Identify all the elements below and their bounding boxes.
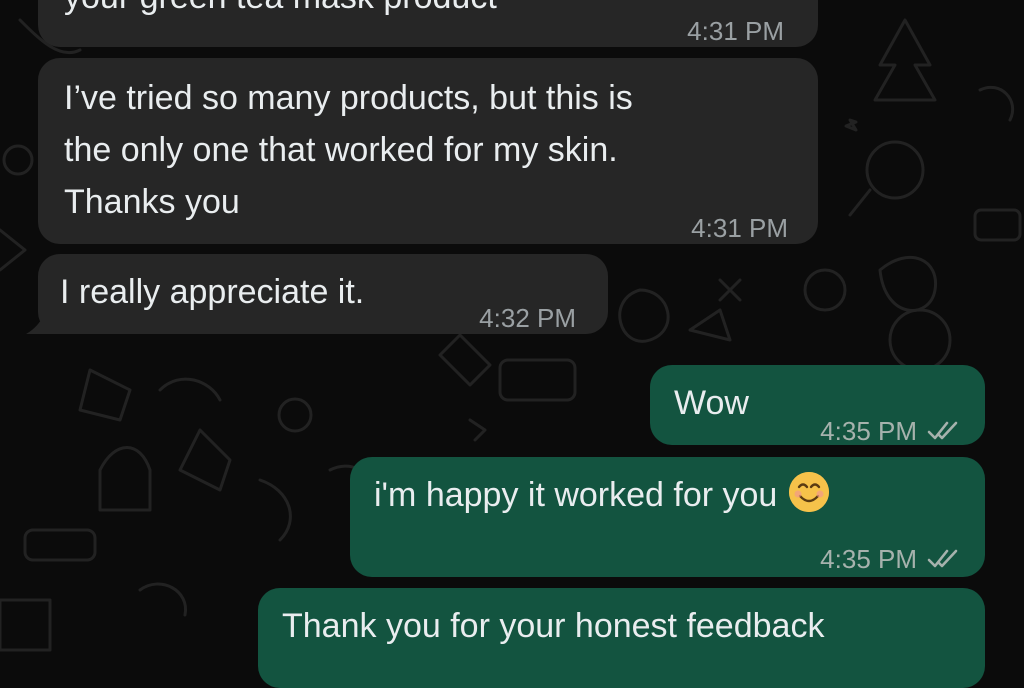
message-text: Wow xyxy=(674,384,749,422)
message-bubble-incoming[interactable]: your green tea mask product 4:31 PM xyxy=(38,0,818,47)
message-timestamp: 4:31 PM xyxy=(691,213,788,243)
smiling-face-icon xyxy=(789,472,830,512)
message-text: your green tea mask product xyxy=(64,0,497,25)
message-text: I really appreciate it. xyxy=(60,273,365,311)
message-bubble-outgoing[interactable]: Thank you for your honest feedback xyxy=(258,588,985,688)
message-text: i'm happy it worked for you xyxy=(374,467,830,523)
message-bubble-incoming[interactable]: I’ve tried so many products, but this is… xyxy=(38,58,818,244)
double-check-icon xyxy=(927,421,961,441)
bubble-tail-icon xyxy=(26,300,62,334)
message-bubble-incoming[interactable]: I really appreciate it. 4:32 PM xyxy=(38,254,608,334)
message-timestamp: 4:35 PM xyxy=(820,403,961,459)
message-text: Thank you for your honest feedback xyxy=(282,607,825,645)
message-text-line: Thanks you xyxy=(64,183,240,221)
message-text-line: the only one that worked for my skin. xyxy=(64,131,618,169)
double-check-icon xyxy=(927,549,961,569)
message-timestamp: 4:32 PM xyxy=(479,303,576,333)
message-timestamp: 4:31 PM xyxy=(687,16,784,46)
message-text-line: I’ve tried so many products, but this is xyxy=(64,79,633,117)
message-bubble-outgoing[interactable]: i'm happy it worked for you 4:35 PM xyxy=(350,457,985,577)
message-bubble-outgoing[interactable]: Wow 4:35 PM xyxy=(650,365,985,446)
message-timestamp: 4:35 PM xyxy=(820,531,961,587)
